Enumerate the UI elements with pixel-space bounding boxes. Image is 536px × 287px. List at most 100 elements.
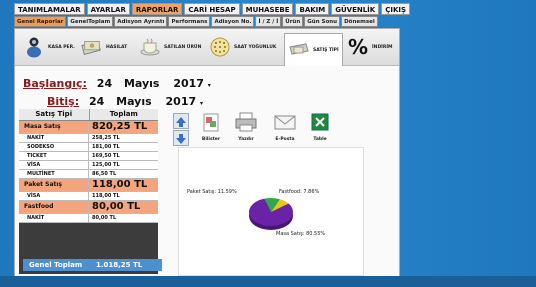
tab-6[interactable]: Ürün <box>282 16 304 27</box>
coffee-icon <box>139 36 161 58</box>
group-row[interactable]: Fastfood 80,00 TL <box>19 201 158 214</box>
table-row[interactable]: VİSA 125,00 TL <box>19 161 158 170</box>
column-header[interactable]: Toplam <box>90 109 159 120</box>
tab-8[interactable]: Dönemsel <box>341 16 378 27</box>
list-icon <box>203 113 219 132</box>
table-row[interactable]: VİSA 118,00 TL <box>19 192 158 201</box>
cell-sales-type: NAKİT <box>19 214 89 222</box>
sales-type-pie-chart: Paket Satış: 11.59% Fastfood: 7.86% Masa… <box>178 147 364 276</box>
action-excel-button[interactable]: Table <box>305 111 335 143</box>
cell-sales-type: Fastfood <box>19 201 89 213</box>
end-day[interactable]: 24 <box>89 95 104 108</box>
table-row[interactable]: TICKET 169,50 TL <box>19 152 158 161</box>
toolbar-kasa-per-button[interactable]: KASA PER. <box>23 34 75 60</box>
cell-sales-type: MULTİNET <box>19 170 89 178</box>
toolbar-hasilat-button[interactable]: HASILAT <box>81 34 127 60</box>
menu-item-3[interactable]: CARİ HESAP <box>184 3 240 15</box>
slice-label-paket: Paket Satış: 11.59% <box>187 189 237 195</box>
cell-sales-type: SODEKSO <box>19 143 89 151</box>
menu-item-4[interactable]: MUHASEBE <box>241 3 294 15</box>
action-label: E-Posta <box>275 137 295 142</box>
move-down-button[interactable] <box>173 130 189 146</box>
email-icon <box>274 115 296 130</box>
cell-total: 258,25 TL <box>92 135 120 141</box>
end-year[interactable]: 2017 <box>166 95 197 108</box>
start-date-field[interactable]: Başlangıç: 24 Mayıs 2017 ▾ <box>23 77 211 90</box>
toolbar-label: SAAT YOĞUNLUK <box>234 44 277 50</box>
tab-2[interactable]: Adisyon Ayrıntı <box>114 16 168 27</box>
toolbar-label: KASA PER. <box>48 44 75 50</box>
table-row[interactable]: NAKİT 258,25 TL <box>19 134 158 143</box>
action-print-button[interactable]: Yazdır <box>231 111 261 143</box>
move-up-button[interactable] <box>173 113 189 129</box>
cell-total: 118,00 TL <box>92 193 120 199</box>
tab-7[interactable]: Gün Sonu <box>304 16 341 27</box>
tab-3[interactable]: Performans <box>168 16 211 27</box>
tab-4[interactable]: Adisyon No. <box>211 16 255 27</box>
menu-item-6[interactable]: GÜVENLİK <box>331 3 380 15</box>
start-year[interactable]: 2017 <box>173 77 204 90</box>
money-icon <box>81 36 103 58</box>
menu-item-2[interactable]: RAPORLAR <box>131 3 183 15</box>
cell-total: 820,25 TL <box>92 121 148 132</box>
grand-total-label: Genel Toplam <box>29 261 83 269</box>
grand-total-value: 1.018,25 TL <box>96 261 143 269</box>
cell-sales-type: VİSA <box>19 161 89 169</box>
pie-chart-svg <box>249 198 293 230</box>
cell-total: 80,00 TL <box>92 201 141 212</box>
end-month[interactable]: Mayıs <box>116 95 152 108</box>
end-date-field[interactable]: Bitiş: 24 Mayıs 2017 ▾ <box>23 95 203 108</box>
menu-item-0[interactable]: TANIMLAMALAR <box>14 3 85 15</box>
arrow-up-icon <box>176 117 186 127</box>
grid-body: Masa Satış 820,25 TL NAKİT 258,25 TL SODEKSO… <box>19 121 158 223</box>
percent-icon: % <box>347 35 369 59</box>
cashier-icon <box>23 36 45 58</box>
arrow-down-icon <box>176 134 186 144</box>
chevron-down-icon[interactable]: ▾ <box>200 100 203 107</box>
cup-icon <box>288 39 310 61</box>
start-day[interactable]: 24 <box>97 77 112 90</box>
start-date-label: Başlangıç: <box>23 77 87 90</box>
excel-icon <box>311 113 329 131</box>
cell-total: 181,00 TL <box>92 144 120 150</box>
tab-1[interactable]: GenelToplam <box>67 16 114 27</box>
cell-total: 125,00 TL <box>92 162 120 168</box>
toolbar-satis-tipi-button[interactable]: SATIŞ TİPİ <box>284 33 343 66</box>
menu-item-1[interactable]: AYARLAR <box>86 3 130 15</box>
report-toolbar: KASA PER. HASILAT SATILAN ÜRÜN SAAT YOĞU… <box>15 29 399 66</box>
group-row[interactable]: Masa Satış 820,25 TL <box>19 121 158 134</box>
action-label: Bilister <box>201 137 221 142</box>
clock-icon <box>209 36 231 58</box>
cell-total: 80,00 TL <box>92 215 117 221</box>
toolbar-label: İNDİRİM <box>372 44 393 50</box>
grid-header: Satış Tipi Toplam <box>19 109 158 121</box>
start-month[interactable]: Mayıs <box>124 77 160 90</box>
cell-sales-type: TICKET <box>19 152 89 160</box>
group-row[interactable]: Paket Satış 118,00 TL <box>19 179 158 192</box>
toolbar-saat-yogunluk-button[interactable]: SAAT YOĞUNLUK <box>209 34 276 60</box>
cell-total: 169,50 TL <box>92 153 120 159</box>
toolbar-satilan-urun-button[interactable]: SATILAN ÜRÜN <box>139 34 201 60</box>
report-tabs: Genel Raporlar GenelToplam Adisyon Ayrıntı… <box>14 16 378 27</box>
tab-5[interactable]: İ / Z / İ <box>255 16 282 27</box>
column-header[interactable]: Satış Tipi <box>19 109 90 120</box>
table-row[interactable]: MULTİNET 86,50 TL <box>19 170 158 179</box>
action-email-button[interactable]: E-Posta <box>270 111 300 143</box>
end-date-label: Bitiş: <box>47 95 80 108</box>
menu-item-5[interactable]: BAKIM <box>295 3 330 15</box>
action-bilister-button[interactable]: Bilister <box>196 111 226 143</box>
menu-item-7[interactable]: ÇIKIŞ <box>381 3 411 15</box>
cell-sales-type: NAKİT <box>19 134 89 142</box>
slice-label-fastfood: Fastfood: 7.86% <box>279 189 320 195</box>
menu-bar: TANIMLAMALAR AYARLAR RAPORLAR CARİ HESAP MUH… <box>14 3 411 15</box>
toolbar-label: SATILAN ÜRÜN <box>164 44 202 50</box>
cell-total: 118,00 TL <box>92 179 148 190</box>
chevron-down-icon[interactable]: ▾ <box>208 82 211 89</box>
table-row[interactable]: SODEKSO 181,00 TL <box>19 143 158 152</box>
tab-0[interactable]: Genel Raporlar <box>14 16 67 27</box>
toolbar-indirim-button[interactable]: % İNDİRİM <box>347 34 393 60</box>
slice-label-masa: Masa Satış: 80.55% <box>276 231 326 237</box>
cell-total: 86,50 TL <box>92 171 117 177</box>
table-row[interactable]: NAKİT 80,00 TL <box>19 214 158 223</box>
action-label: Yazdır <box>238 137 254 142</box>
